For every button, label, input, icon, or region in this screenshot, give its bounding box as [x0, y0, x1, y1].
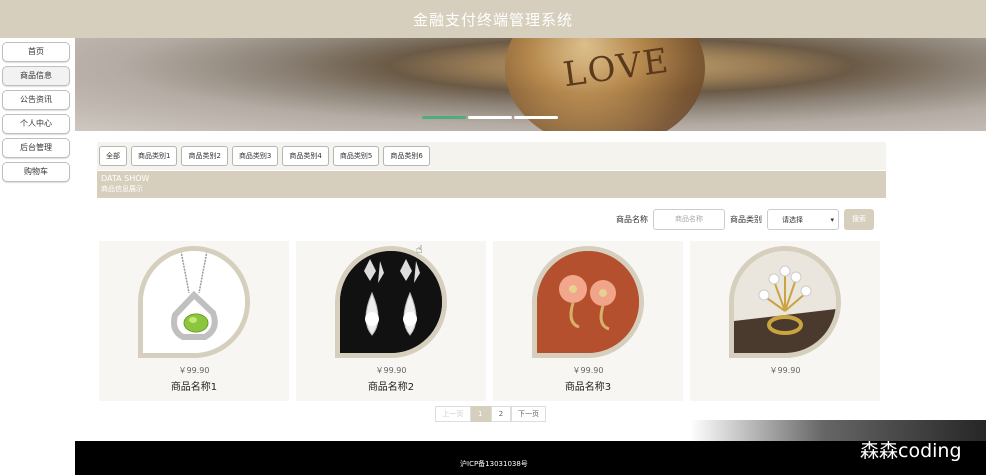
product-name[interactable]: 商品名称2 [296, 378, 486, 393]
tab-category-6[interactable]: 商品类别6 [383, 146, 430, 166]
sidebar-nav: 首页 商品信息 公告资讯 个人中心 后台管理 购物车 [0, 38, 75, 475]
carousel-dot-1[interactable] [422, 116, 466, 119]
category-tabs: 全部 商品类别1 商品类别2 商品类别3 商品类别4 商品类别5 商品类别6 [97, 142, 886, 170]
tab-category-5[interactable]: 商品类别5 [332, 146, 380, 166]
sidebar-item-products[interactable]: 商品信息 [2, 66, 70, 86]
product-price: ￥99.90 [769, 366, 801, 375]
carousel-indicators [422, 116, 558, 119]
product-image-pendant[interactable] [138, 246, 250, 358]
product-card[interactable]: ￥99.90 商品名称2 [296, 241, 486, 401]
product-grid: ￥99.90 商品名称1 ￥99.90 商品名称2 ￥99.90 商品名称3 ￥… [99, 241, 880, 401]
next-page-button[interactable]: 下一页 [511, 406, 546, 422]
page-1-button[interactable]: 1 [471, 406, 491, 422]
mouse-cursor-icon: ☝ [416, 243, 423, 256]
section-title: DATA SHOW [101, 174, 150, 183]
category-label: 商品类别 [730, 215, 762, 224]
section-header: DATA SHOW 商品信息展示 [97, 171, 886, 198]
top-header: 金融支付终端管理系统 [0, 0, 986, 38]
sidebar-item-profile[interactable]: 个人中心 [2, 114, 70, 134]
tab-category-1[interactable]: 商品类别1 [131, 146, 178, 166]
icp-text: 沪ICP备13031038号 [460, 460, 528, 468]
product-image-earrings[interactable] [335, 246, 447, 358]
chevron-down-icon: ▾ [830, 215, 834, 224]
tab-all[interactable]: 全部 [99, 146, 127, 166]
product-image-flower-earrings[interactable] [532, 246, 644, 358]
product-price: ￥99.90 [178, 366, 210, 375]
pagination: 上一页 1 2 下一页 [435, 406, 546, 422]
product-card[interactable]: ￥99.90 商品名称3 [493, 241, 683, 401]
tab-category-4[interactable]: 商品类别4 [282, 146, 329, 166]
banner-carousel[interactable]: LOVE [75, 38, 986, 131]
page-2-button[interactable]: 2 [491, 406, 511, 422]
tab-category-2[interactable]: 商品类别2 [181, 146, 228, 166]
tab-category-3[interactable]: 商品类别3 [231, 146, 279, 166]
product-image-pearl-ring[interactable] [729, 246, 841, 358]
product-name[interactable]: 商品名称3 [493, 378, 683, 393]
product-card[interactable]: ￥99.90 商品名称1 [99, 241, 289, 401]
sidebar-item-news[interactable]: 公告资讯 [2, 90, 70, 110]
product-price: ￥99.90 [572, 366, 604, 375]
sidebar-item-cart[interactable]: 购物车 [2, 162, 70, 182]
carousel-dot-2[interactable] [468, 116, 512, 119]
search-bar: 商品名称 商品名称 商品类别 请选择 ▾ 搜索 [616, 209, 874, 230]
sidebar-item-admin[interactable]: 后台管理 [2, 138, 70, 158]
sidebar-item-home[interactable]: 首页 [2, 42, 70, 62]
page-title: 金融支付终端管理系统 [412, 10, 573, 29]
section-subtitle: 商品信息展示 [101, 185, 143, 193]
name-search-input[interactable]: 商品名称 [653, 209, 725, 230]
carousel-dot-3[interactable] [514, 116, 558, 119]
name-label: 商品名称 [616, 215, 648, 224]
prev-page-button[interactable]: 上一页 [435, 406, 471, 422]
search-button[interactable]: 搜索 [844, 209, 874, 230]
product-price: ￥99.90 [375, 366, 407, 375]
category-select-value: 请选择 [782, 215, 803, 224]
product-name[interactable]: 商品名称1 [99, 378, 289, 393]
product-card[interactable]: ￥99.90 [690, 241, 880, 401]
category-select[interactable]: 请选择 ▾ [767, 209, 839, 230]
watermark-text: 森森coding [860, 440, 962, 462]
